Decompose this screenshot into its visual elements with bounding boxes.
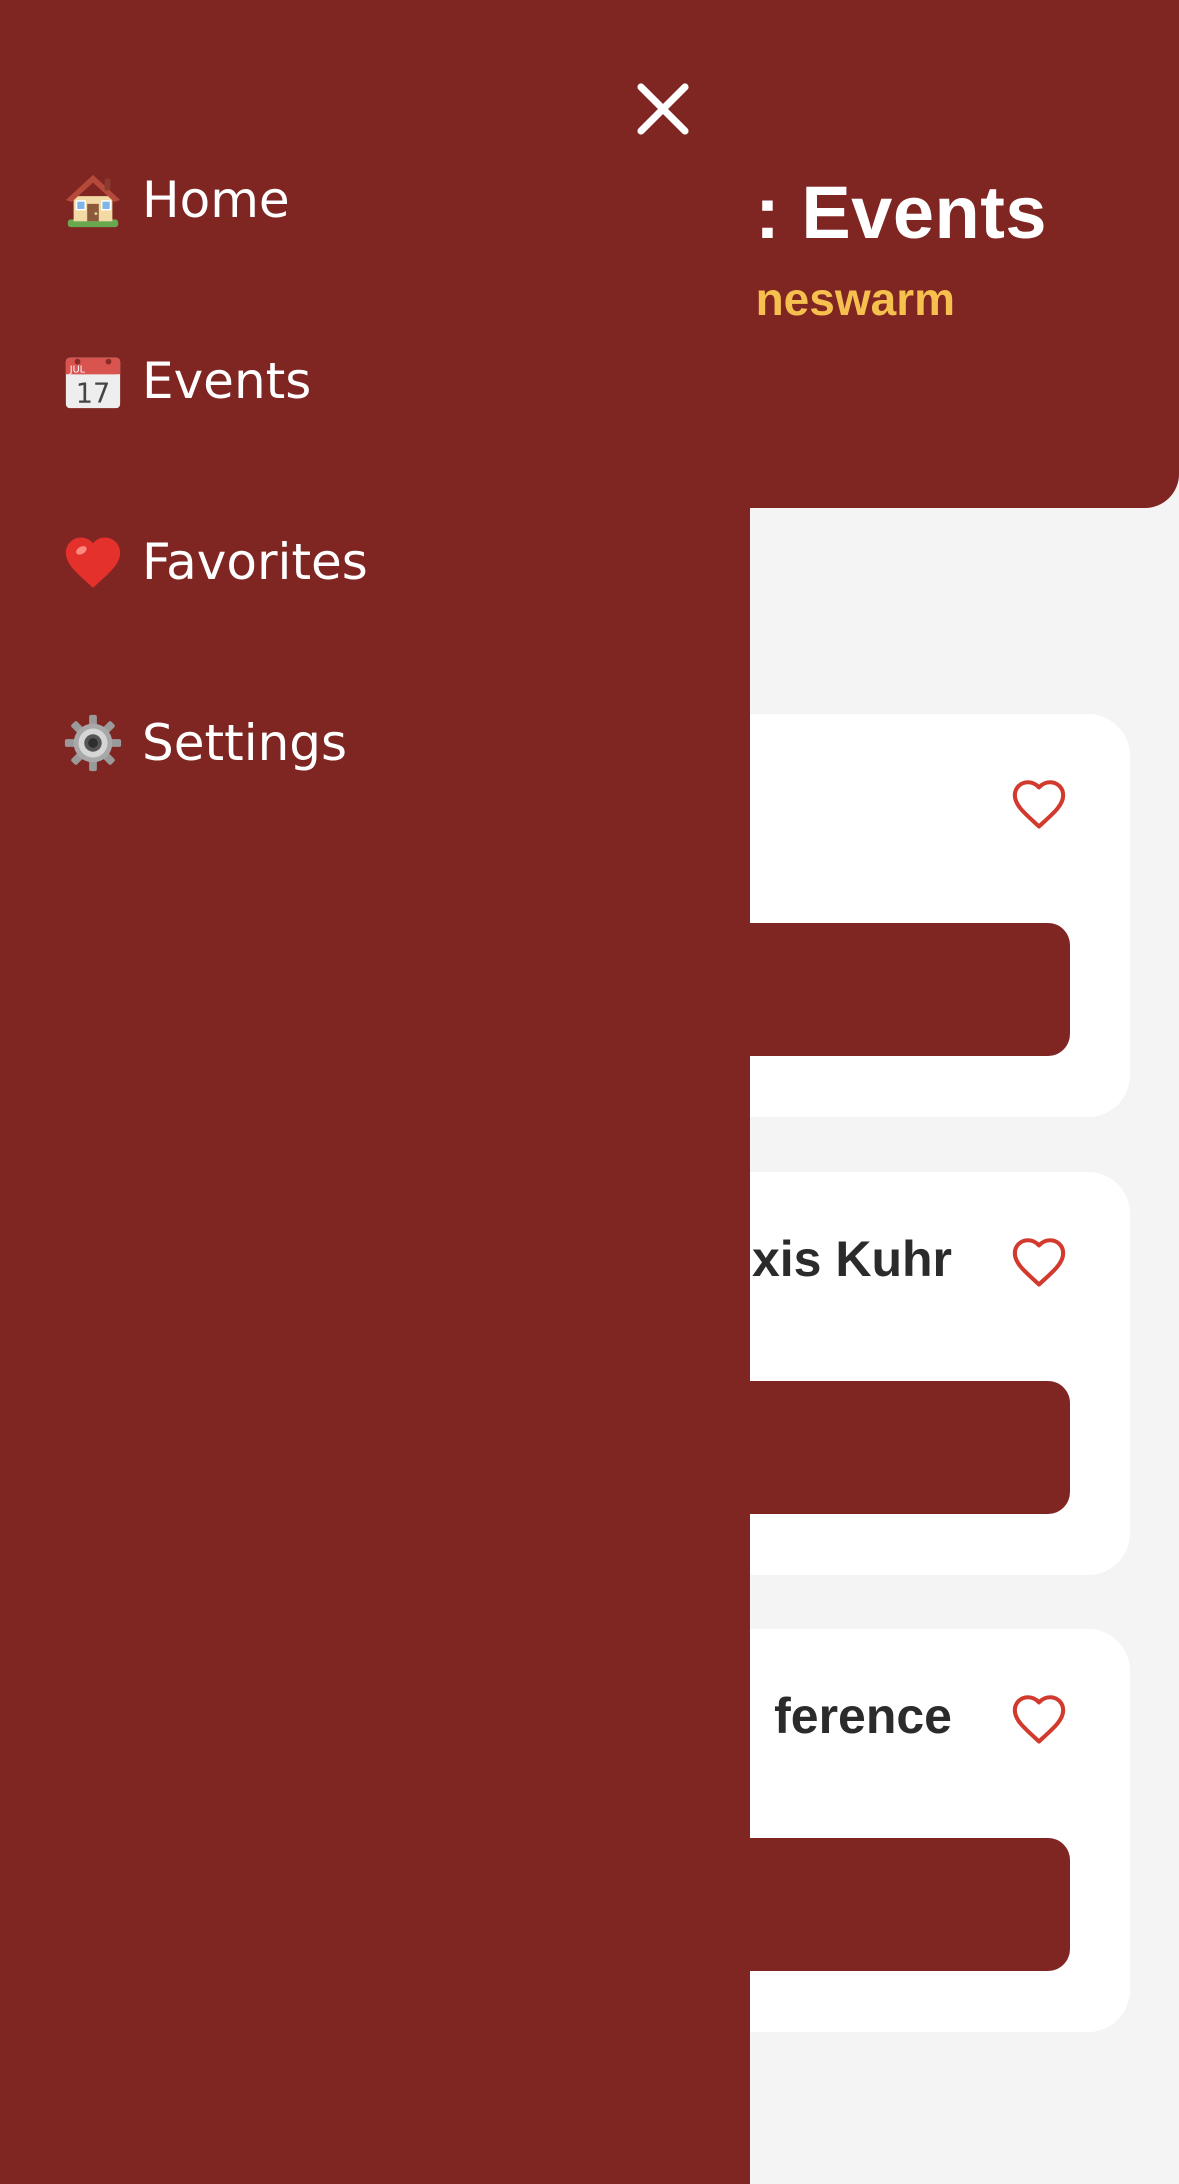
calendar-day: 17 [76, 378, 111, 409]
gear-icon [62, 712, 124, 774]
drawer-item-label: Settings [142, 714, 348, 772]
house-icon [62, 169, 124, 231]
drawer-item-home[interactable]: Home [62, 160, 290, 240]
event-card-title: ference [774, 1688, 952, 1744]
drawer-item-label: Home [142, 171, 290, 229]
heart-outline-icon[interactable] [1010, 1691, 1068, 1747]
page-title: : Events [755, 171, 1047, 254]
drawer-item-events[interactable]: JUL 17 Events [62, 341, 311, 421]
drawer-item-label: Events [142, 352, 312, 410]
page-subtitle: neswarm [755, 273, 955, 325]
close-drawer-button[interactable] [630, 76, 696, 142]
navigation-drawer: Home JUL 17 Events Favorites Settings [0, 0, 750, 2184]
calendar-icon: JUL 17 [62, 350, 124, 412]
drawer-item-settings[interactable]: Settings [62, 703, 347, 783]
drawer-item-label: Favorites [142, 533, 368, 591]
heart-icon [62, 531, 124, 593]
drawer-item-favorites[interactable]: Favorites [62, 522, 368, 602]
heart-outline-icon[interactable] [1010, 776, 1068, 832]
calendar-month: JUL [69, 364, 86, 375]
heart-outline-icon[interactable] [1010, 1234, 1068, 1290]
close-icon [637, 83, 689, 135]
event-card-title: xis Kuhr [751, 1231, 952, 1287]
